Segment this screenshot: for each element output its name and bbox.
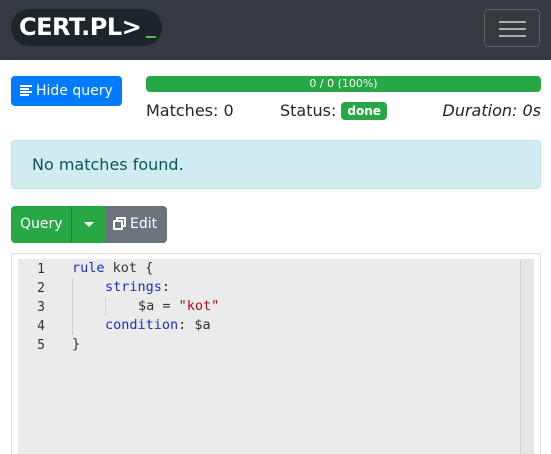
align-left-icon [20, 85, 32, 96]
hide-query-button[interactable]: Hide query [11, 76, 122, 106]
query-label: Query [20, 216, 63, 232]
status-label: Status: [280, 101, 337, 120]
code-keyword: rule [72, 260, 105, 276]
line-number: 4 [37, 319, 45, 334]
line-number: 2 [37, 281, 45, 296]
code-keyword: strings [105, 279, 162, 295]
code-text: : [161, 279, 171, 295]
hide-query-label: Hide query [36, 83, 113, 99]
line-number-gutter: 1 2 3 4 5 [18, 259, 62, 454]
query-button[interactable]: Query [11, 206, 71, 243]
indent-guide [105, 297, 106, 316]
code-line: } [72, 335, 80, 354]
code-line: rule kot { [72, 259, 153, 278]
duration: Duration: 0s [442, 101, 541, 120]
logo-underscore [146, 36, 156, 38]
vertical-scrollbar[interactable] [520, 259, 534, 454]
line-number: 3 [37, 300, 45, 315]
status: Status: done [280, 101, 387, 121]
code-line: strings: [105, 278, 170, 297]
code-line: $a = "kot" [138, 297, 219, 316]
code-string: "kot" [178, 298, 220, 314]
code-area[interactable]: rule kot { strings: $a = "kot" condition… [72, 259, 534, 454]
code-text: : $a [178, 317, 211, 333]
progress-bar: 0 / 0 (100%) [146, 76, 541, 92]
logo-text: CERT.PL> [19, 13, 142, 41]
edit-button[interactable]: Edit [105, 206, 167, 243]
code-line: condition: $a [105, 316, 211, 335]
code-text: } [72, 336, 81, 352]
copy-icon [113, 217, 126, 230]
code-variable: $a = [138, 298, 179, 314]
code-editor[interactable]: 1 2 3 4 5 rule kot { strings: $a = "kot"… [18, 259, 534, 454]
code-keyword: condition [105, 317, 179, 333]
status-badge: done [341, 102, 387, 120]
indent-guide [72, 278, 73, 335]
code-text: kot { [104, 260, 154, 276]
line-number: 5 [37, 338, 45, 353]
line-number: 1 [37, 262, 45, 277]
navbar: CERT.PL> [0, 0, 551, 60]
alert-message: No matches found. [32, 155, 184, 174]
query-dropdown-toggle[interactable] [71, 206, 105, 243]
cert-pl-logo[interactable]: CERT.PL> [11, 9, 162, 46]
progress-fill: 0 / 0 (100%) [146, 76, 541, 92]
edit-label: Edit [130, 216, 158, 232]
matches-count: Matches: 0 [146, 101, 234, 120]
navbar-toggler-button[interactable] [484, 9, 540, 47]
no-matches-alert: No matches found. [11, 140, 541, 189]
